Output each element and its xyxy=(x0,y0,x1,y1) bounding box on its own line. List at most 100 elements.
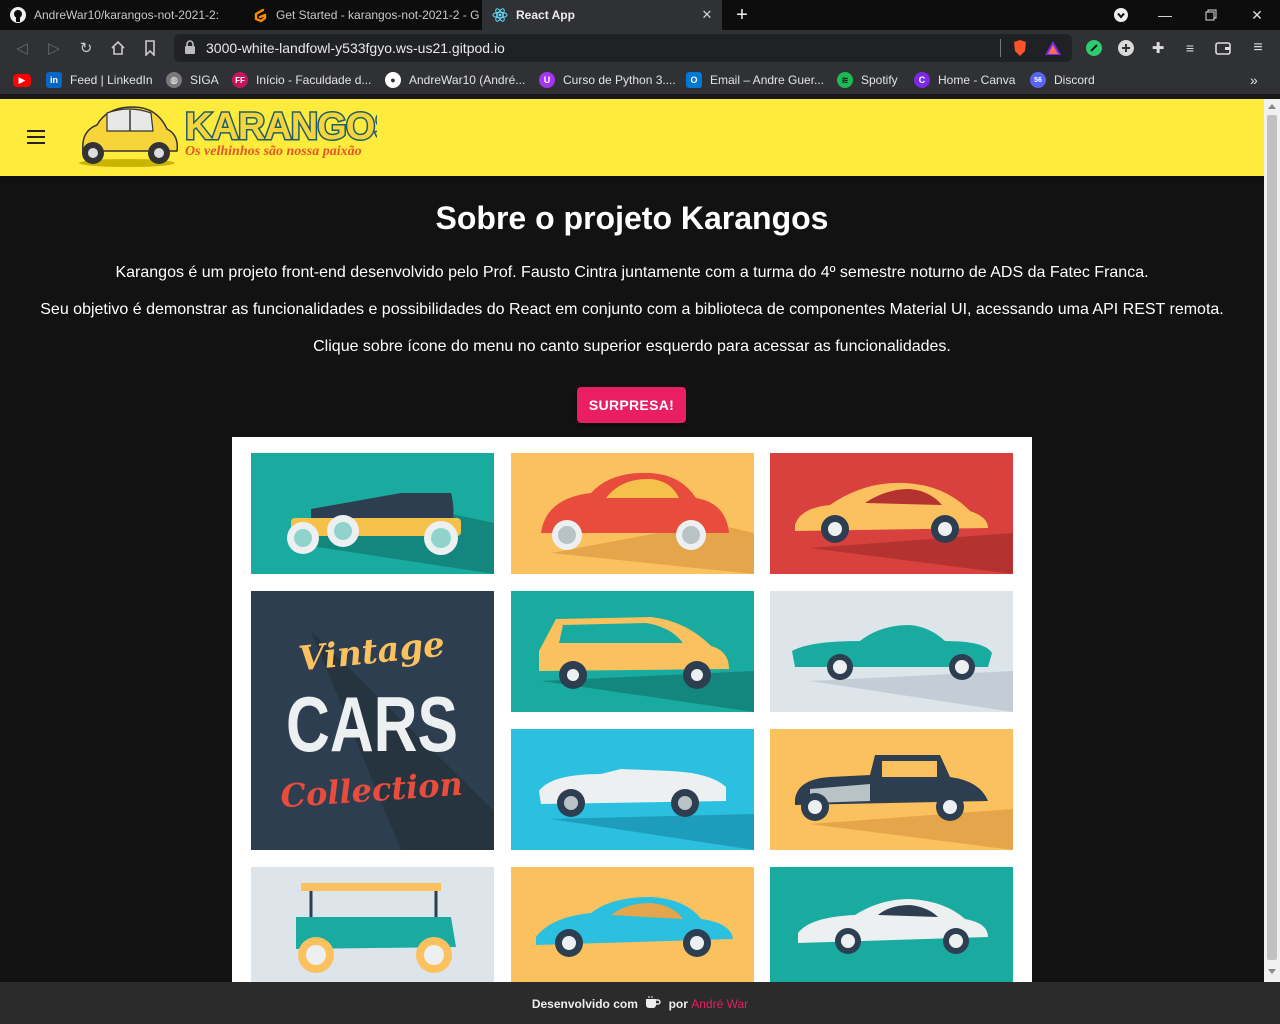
brave-shields-icon[interactable] xyxy=(1010,38,1030,58)
ff-icon: FF xyxy=(232,72,248,88)
back-icon[interactable]: ◁ xyxy=(11,37,33,59)
tab-github[interactable]: AndreWar10/karangos-not-2021-2: xyxy=(0,0,240,30)
menu-line xyxy=(27,130,45,132)
bookmark-label: Início - Faculdade d... xyxy=(256,73,372,87)
bookmark-label: Home - Canva xyxy=(938,73,1016,87)
tab-search-icon[interactable] xyxy=(1098,0,1144,30)
home-icon[interactable] xyxy=(107,37,129,59)
tab-gitpod[interactable]: Get Started - karangos-not-2021-2 - G xyxy=(242,0,480,30)
address-bar[interactable]: 3000-white-landfowl-y533fgyo.ws-us21.git… xyxy=(174,34,1072,62)
forward-icon[interactable]: ▷ xyxy=(43,37,65,59)
browser-tab-bar: AndreWar10/karangos-not-2021-2: Get Star… xyxy=(0,0,1280,30)
canva-icon: C xyxy=(914,72,930,88)
car-tile xyxy=(511,867,754,982)
bookmark-email[interactable]: O Email – Andre Guer... xyxy=(686,71,824,89)
menu-icon[interactable]: ≡ xyxy=(1248,38,1268,58)
car-tile xyxy=(511,729,754,850)
app-header: KARANGOS Os velhinhos são nossa paixão xyxy=(0,99,1264,176)
new-tab-button[interactable]: + xyxy=(731,3,753,27)
bookmark-label: Email – Andre Guer... xyxy=(710,73,825,87)
car-tile xyxy=(770,453,1013,574)
tab-title: AndreWar10/karangos-not-2021-2: xyxy=(34,8,219,22)
app-footer: Desenvolvido com por André War xyxy=(0,982,1280,1024)
intro-paragraph-3: Clique sobre ícone do menu no canto supe… xyxy=(313,338,951,355)
intro-paragraph-1: Karangos é um projeto front-end desenvol… xyxy=(115,264,1149,281)
bookmark-discord[interactable]: 56 Discord xyxy=(1030,71,1095,89)
bookmark-faculdade[interactable]: FF Início - Faculdade d... xyxy=(232,71,371,89)
poster-line-2: CARS xyxy=(286,680,458,768)
bookmark-siga[interactable]: ◍ SIGA xyxy=(166,71,219,89)
close-window-icon[interactable]: ✕ xyxy=(1234,0,1280,30)
bookmark-youtube[interactable]: ▶ xyxy=(13,71,39,89)
brand-tagline: Os velhinhos são nossa paixão xyxy=(185,144,362,159)
intro-paragraph-2: Seu objetivo é demonstrar as funcionalid… xyxy=(40,301,1224,318)
page-title: Sobre o projeto Karangos xyxy=(435,200,829,236)
divider xyxy=(1000,39,1001,57)
author-link[interactable]: André War xyxy=(691,997,748,1011)
footer-text: Desenvolvido com por André War xyxy=(0,996,1280,1013)
bookmark-label: SIGA xyxy=(190,73,219,87)
globe-icon: ◍ xyxy=(166,72,182,88)
spotify-icon: ≋ xyxy=(837,72,853,88)
gitpod-icon xyxy=(252,7,268,23)
tab-title: React App xyxy=(516,8,575,22)
poster-line-1: Vintage xyxy=(297,624,447,679)
brave-rewards-icon[interactable] xyxy=(1043,38,1063,58)
footer-prefix: Desenvolvido com xyxy=(531,997,638,1011)
vintage-cars-poster: Vintage CARS Collection xyxy=(251,591,494,850)
tab-react-app[interactable]: React App ✕ xyxy=(482,0,722,30)
extension-green-icon[interactable] xyxy=(1084,38,1104,58)
coffee-icon xyxy=(645,996,661,1013)
close-tab-icon[interactable]: ✕ xyxy=(698,6,716,24)
react-icon xyxy=(492,7,508,23)
playlist-icon[interactable]: ≡ xyxy=(1180,38,1200,58)
bookmark-github[interactable]: ● AndreWar10 (André... xyxy=(385,71,525,89)
lock-icon xyxy=(184,40,198,56)
car-tile xyxy=(511,453,754,574)
page-scrollbar[interactable] xyxy=(1264,99,1280,982)
scroll-down-icon[interactable] xyxy=(1268,969,1276,974)
hamburger-menu-button[interactable] xyxy=(20,121,52,153)
tab-title: Get Started - karangos-not-2021-2 - G xyxy=(276,8,480,22)
bookmark-canva[interactable]: C Home - Canva xyxy=(914,71,1015,89)
page-content: KARANGOS Os velhinhos são nossa paixão S… xyxy=(0,99,1264,982)
menu-line xyxy=(27,142,45,144)
bookmark-spotify[interactable]: ≋ Spotify xyxy=(837,71,898,89)
wallet-icon[interactable] xyxy=(1213,38,1233,58)
bookmark-icon[interactable] xyxy=(139,37,161,59)
scrollbar-thumb[interactable] xyxy=(1267,115,1277,960)
footer-by: por xyxy=(668,997,688,1011)
restore-icon[interactable] xyxy=(1188,0,1234,30)
car-tile xyxy=(770,591,1013,712)
youtube-icon: ▶ xyxy=(13,73,31,87)
puzzle-icon[interactable]: ✚ xyxy=(1148,38,1168,58)
bookmark-label: AndreWar10 (André... xyxy=(409,73,526,87)
bookmark-label: Curso de Python 3.... xyxy=(563,73,676,87)
github-icon xyxy=(10,7,26,23)
url-text: 3000-white-landfowl-y533fgyo.ws-us21.git… xyxy=(206,40,505,56)
discord-icon: 56 xyxy=(1030,72,1046,88)
karangos-logo[interactable]: KARANGOS Os velhinhos são nossa paixão xyxy=(77,101,401,171)
surprise-button[interactable]: SURPRESA! xyxy=(577,387,686,423)
car-tile xyxy=(770,867,1013,982)
scroll-up-icon[interactable] xyxy=(1268,104,1276,109)
bookmark-label: Feed | LinkedIn xyxy=(70,73,153,87)
add-extension-icon[interactable] xyxy=(1116,38,1136,58)
udemy-icon: U xyxy=(539,72,555,88)
bookmark-label: Discord xyxy=(1054,73,1095,87)
car-tile xyxy=(770,729,1013,850)
linkedin-icon: in xyxy=(46,72,62,88)
github-icon: ● xyxy=(385,72,401,88)
bookmark-label: Spotify xyxy=(861,73,898,87)
reload-icon[interactable]: ↻ xyxy=(75,37,97,59)
bookmark-linkedin[interactable]: in Feed | LinkedIn xyxy=(46,71,153,89)
browser-toolbar: ◁ ▷ ↻ 3000-white-landfowl-y533fgyo.ws-us… xyxy=(0,30,1280,66)
minimize-icon[interactable]: — xyxy=(1142,0,1188,30)
brand-wordmark: KARANGOS xyxy=(185,106,377,148)
car-tile xyxy=(251,453,494,574)
car-tile xyxy=(511,591,754,712)
vintage-cars-image: Vintage CARS Collection xyxy=(232,437,1032,982)
menu-line xyxy=(27,136,45,138)
more-bookmarks-icon[interactable]: » xyxy=(1250,71,1258,89)
bookmark-python[interactable]: U Curso de Python 3.... xyxy=(539,71,676,89)
